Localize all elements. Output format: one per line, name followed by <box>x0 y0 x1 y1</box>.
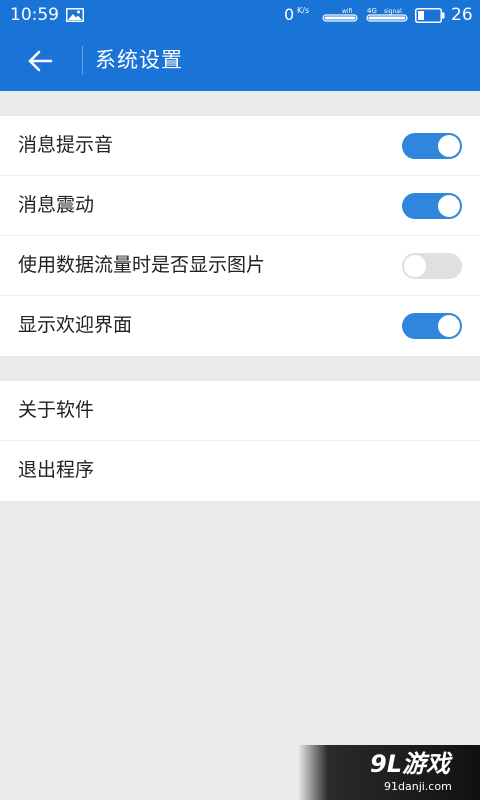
welcome-screen-toggle[interactable] <box>402 313 462 339</box>
toggle-knob <box>438 135 460 157</box>
exit-program-item[interactable]: 退出程序 <box>0 441 480 501</box>
signal-icon: 4G signal <box>366 7 408 22</box>
watermark-logo: 9L游戏 <box>370 750 450 778</box>
app-bar-divider <box>82 46 83 75</box>
app-bar: 系统设置 <box>0 30 480 91</box>
setting-label: 消息提示音 <box>18 134 114 156</box>
watermark-url: 91danji.com <box>384 780 452 793</box>
setting-row-show-images-on-data[interactable]: 使用数据流量时是否显示图片 <box>0 236 480 296</box>
signal-type: 4G <box>367 7 377 15</box>
toggle-knob <box>438 315 460 337</box>
about-software-item[interactable]: 关于软件 <box>0 381 480 441</box>
show-images-on-data-toggle[interactable] <box>402 253 462 279</box>
setting-label: 消息震动 <box>18 194 95 216</box>
setting-row-welcome-screen[interactable]: 显示欢迎界面 <box>0 296 480 356</box>
setting-row-message-vibrate[interactable]: 消息震动 <box>0 176 480 236</box>
actions-group: 关于软件 退出程序 <box>0 381 480 501</box>
message-vibrate-toggle[interactable] <box>402 193 462 219</box>
network-speed-unit: K/s <box>297 6 310 15</box>
battery-icon <box>415 8 445 23</box>
page-title: 系统设置 <box>95 48 183 72</box>
gallery-icon <box>66 8 84 22</box>
back-button[interactable] <box>12 38 68 84</box>
message-sound-toggle[interactable] <box>402 133 462 159</box>
setting-label: 使用数据流量时是否显示图片 <box>18 254 266 276</box>
watermark: 9L游戏 91danji.com <box>298 745 480 800</box>
status-time: 10:59 <box>10 5 59 25</box>
settings-group: 消息提示音 消息震动 使用数据流量时是否显示图片 显示欢迎界面 <box>0 116 480 356</box>
arrow-left-icon <box>28 50 53 72</box>
battery-level: 26 <box>451 5 473 25</box>
setting-row-message-sound[interactable]: 消息提示音 <box>0 116 480 176</box>
status-bar: 10:59 0 K/s wifi 4G signal 26 <box>0 0 480 30</box>
menu-item-label: 关于软件 <box>18 399 95 421</box>
menu-item-label: 退出程序 <box>18 459 95 481</box>
setting-label: 显示欢迎界面 <box>18 314 133 336</box>
network-speed-value: 0 <box>284 5 295 24</box>
signal-label: signal <box>384 8 402 15</box>
toggle-knob <box>404 255 426 277</box>
wifi-icon: wifi <box>322 8 358 22</box>
toggle-knob <box>438 195 460 217</box>
wifi-label: wifi <box>342 8 353 15</box>
